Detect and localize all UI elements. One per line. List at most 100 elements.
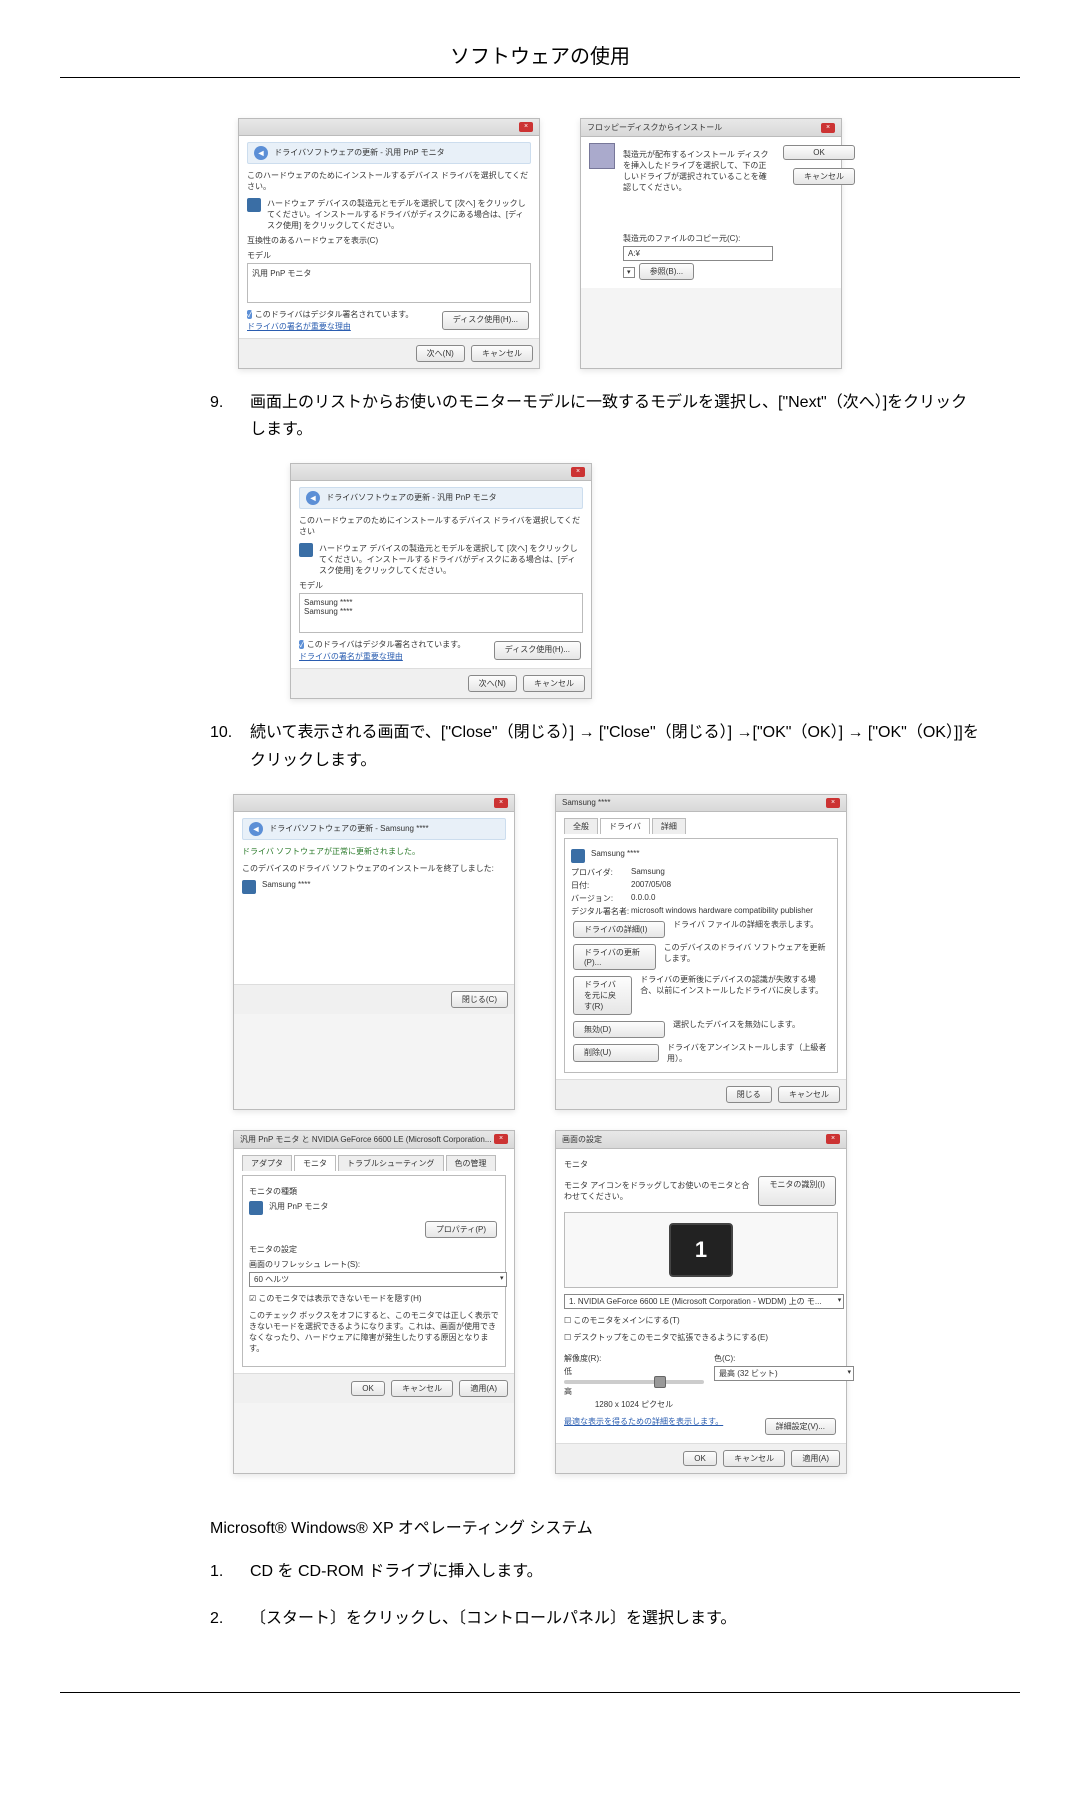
monitor-select-dropdown[interactable]: 1. NVIDIA GeForce 6600 LE (Microsoft Cor… [564, 1294, 844, 1309]
main-monitor-check[interactable]: ☐ このモニタをメインにする(T) [564, 1315, 838, 1326]
subtitle-text: ドライバソフトウェアの更新 - Samsung **** [269, 824, 428, 833]
step-2: 2. 〔スタート〕をクリックし、〔コントロールパネル〕を選択します。 [210, 1605, 1020, 1632]
dropdown-arrow-icon[interactable]: ▾ [623, 267, 635, 278]
titlebar: . × [239, 119, 539, 136]
monitor-preview-icon[interactable]: 1 [669, 1223, 733, 1277]
subtitle-text: ドライバソフトウェアの更新 - 汎用 PnP モニタ [274, 148, 444, 157]
cancel-button[interactable]: キャンセル [471, 345, 533, 362]
titlebar: フロッピーディスクからインストール × [581, 119, 841, 137]
hide-modes-check[interactable]: ☑ このモニタでは表示できないモードを隠す(H) [249, 1293, 499, 1304]
field-signer: デジタル署名者: microsoft windows hardware comp… [571, 906, 831, 917]
value: microsoft windows hardware compatibility… [631, 906, 813, 917]
close-icon[interactable]: × [494, 798, 508, 808]
window-title: フロッピーディスクからインストール [587, 122, 722, 133]
close-icon[interactable]: × [519, 122, 533, 132]
rollback-driver-button[interactable]: ドライバを元に戻す(R) [573, 976, 632, 1015]
titlebar: 汎用 PnP モニタ と NVIDIA GeForce 6600 LE (Mic… [234, 1131, 514, 1149]
have-disk-button[interactable]: ディスク使用(H)... [494, 641, 581, 660]
cancel-button[interactable]: キャンセル [793, 168, 855, 185]
model-listbox[interactable]: 汎用 PnP モニタ [247, 263, 531, 303]
window-title: 画面の設定 [562, 1134, 602, 1145]
compat-checkbox-label[interactable]: 互換性のあるハードウェアを表示(C) [247, 235, 531, 246]
apply-button[interactable]: 適用(A) [459, 1380, 508, 1397]
next-button[interactable]: 次へ(N) [416, 345, 465, 362]
hint-text: ハードウェア デバイスの製造元とモデルを選択して [次へ] をクリックしてくださ… [319, 543, 583, 576]
dialog-install-from-disk: フロッピーディスクからインストール × 製造元が配布するインストール ディスクを… [580, 118, 842, 369]
refresh-rate-dropdown[interactable]: 60 ヘルツ [249, 1272, 507, 1287]
back-icon[interactable]: ◄ [254, 146, 268, 160]
tab-troubleshoot[interactable]: トラブルシューティング [338, 1155, 444, 1171]
list-item[interactable]: Samsung **** [304, 598, 578, 607]
device-name: Samsung **** [262, 880, 310, 889]
list-item[interactable]: Samsung **** [304, 607, 578, 616]
button-col: OK キャンセル [781, 143, 857, 282]
color-depth-dropdown[interactable]: 最高 (32 ビット) [714, 1366, 854, 1381]
close-icon[interactable]: × [821, 123, 835, 133]
monitor-number: 1 [695, 1237, 707, 1263]
have-disk-button[interactable]: ディスク使用(H)... [442, 311, 529, 330]
back-icon[interactable]: ◄ [249, 822, 263, 836]
tab-adapter[interactable]: アダプタ [242, 1155, 292, 1171]
breadcrumb: ◄ ドライバソフトウェアの更新 - Samsung **** [242, 818, 506, 840]
close-button[interactable]: 閉じる(C) [451, 991, 508, 1008]
label: デジタル署名者: [571, 906, 631, 917]
instruction-text: このハードウェアのためにインストールするデバイス ドライバを選択してください [299, 515, 583, 537]
disable-button[interactable]: 無効(D) [573, 1021, 665, 1038]
dialog-body: ◄ ドライバソフトウェアの更新 - Samsung **** ドライバ ソフトウ… [234, 812, 514, 984]
properties-button[interactable]: プロパティ(P) [425, 1221, 497, 1238]
signed-info: ✓ このドライバはデジタル署名されています。 ドライバの署名が重要な理由 [247, 309, 413, 332]
field-provider: プロバイダ: Samsung [571, 867, 831, 878]
path-input[interactable]: A:¥ [623, 246, 773, 261]
advanced-settings-button[interactable]: 詳細設定(V)... [765, 1418, 836, 1435]
cancel-button[interactable]: キャンセル [523, 675, 585, 692]
update-driver-button[interactable]: ドライバの更新(P)... [573, 944, 656, 970]
uninstall-button[interactable]: 削除(U) [573, 1044, 659, 1062]
close-icon[interactable]: × [571, 467, 585, 477]
signed-link[interactable]: ドライバの署名が重要な理由 [299, 652, 403, 661]
cancel-button[interactable]: キャンセル [778, 1086, 840, 1103]
ok-button[interactable]: OK [683, 1451, 717, 1466]
titlebar: Samsung **** × [556, 795, 846, 812]
close-icon[interactable]: × [826, 1134, 840, 1144]
step-number: 10. [210, 719, 250, 773]
top-rule [60, 77, 1020, 78]
back-icon[interactable]: ◄ [306, 491, 320, 505]
btn-row-detail: ドライバの詳細(I) ドライバ ファイルの詳細を表示します。 [571, 919, 831, 940]
browse-button[interactable]: 参照(B)... [639, 263, 694, 280]
type-value: 汎用 PnP モニタ [269, 1201, 328, 1212]
copy-from-label: 製造元のファイルのコピー元(C): [623, 233, 773, 244]
success-text: ドライバ ソフトウェアが正常に更新されました。 [242, 846, 506, 857]
hint-row: ハードウェア デバイスの製造元とモデルを選択して [次へ] をクリックしてくださ… [299, 543, 583, 576]
extend-desktop-check[interactable]: ☐ デスクトップをこのモニタで拡張できるようにする(E) [564, 1332, 838, 1343]
how-to-link[interactable]: 最適な表示を得るための詳細を表示します。 [564, 1416, 723, 1437]
dialog-update-complete: . × ◄ ドライバソフトウェアの更新 - Samsung **** ドライバ … [233, 794, 515, 1110]
monitor-icon [249, 1201, 263, 1215]
tab-monitor[interactable]: モニタ [294, 1155, 336, 1171]
close-icon[interactable]: × [494, 1134, 508, 1144]
resolution-slider[interactable] [564, 1380, 704, 1384]
ok-button[interactable]: OK [783, 145, 855, 160]
list-item[interactable]: 汎用 PnP モニタ [252, 268, 526, 279]
device-name: Samsung **** [591, 849, 639, 858]
cancel-button[interactable]: キャンセル [723, 1450, 785, 1467]
field-date: 日付: 2007/05/08 [571, 880, 831, 891]
close-icon[interactable]: × [826, 798, 840, 808]
apply-button[interactable]: 適用(A) [791, 1450, 840, 1467]
tab-color-mgmt[interactable]: 色の管理 [446, 1155, 496, 1171]
tab-driver[interactable]: ドライバ [600, 818, 650, 834]
tab-general[interactable]: 全般 [564, 818, 598, 834]
res-high: 高 [564, 1387, 572, 1396]
close-button[interactable]: 閉じる [726, 1086, 772, 1103]
button-row: 閉じる(C) [234, 984, 514, 1014]
signed-link[interactable]: ドライバの署名が重要な理由 [247, 322, 351, 331]
identify-monitors-button[interactable]: モニタの識別(I) [758, 1176, 836, 1206]
color-value: 最高 (32 ビット) [719, 1369, 778, 1378]
driver-details-button[interactable]: ドライバの詳細(I) [573, 921, 665, 938]
type-label: モニタの種類 [249, 1186, 499, 1197]
next-button[interactable]: 次へ(N) [468, 675, 517, 692]
model-listbox[interactable]: Samsung **** Samsung **** [299, 593, 583, 633]
cancel-button[interactable]: キャンセル [391, 1380, 453, 1397]
value: Samsung [631, 867, 665, 878]
tab-details[interactable]: 詳細 [652, 818, 686, 834]
ok-button[interactable]: OK [351, 1381, 385, 1396]
